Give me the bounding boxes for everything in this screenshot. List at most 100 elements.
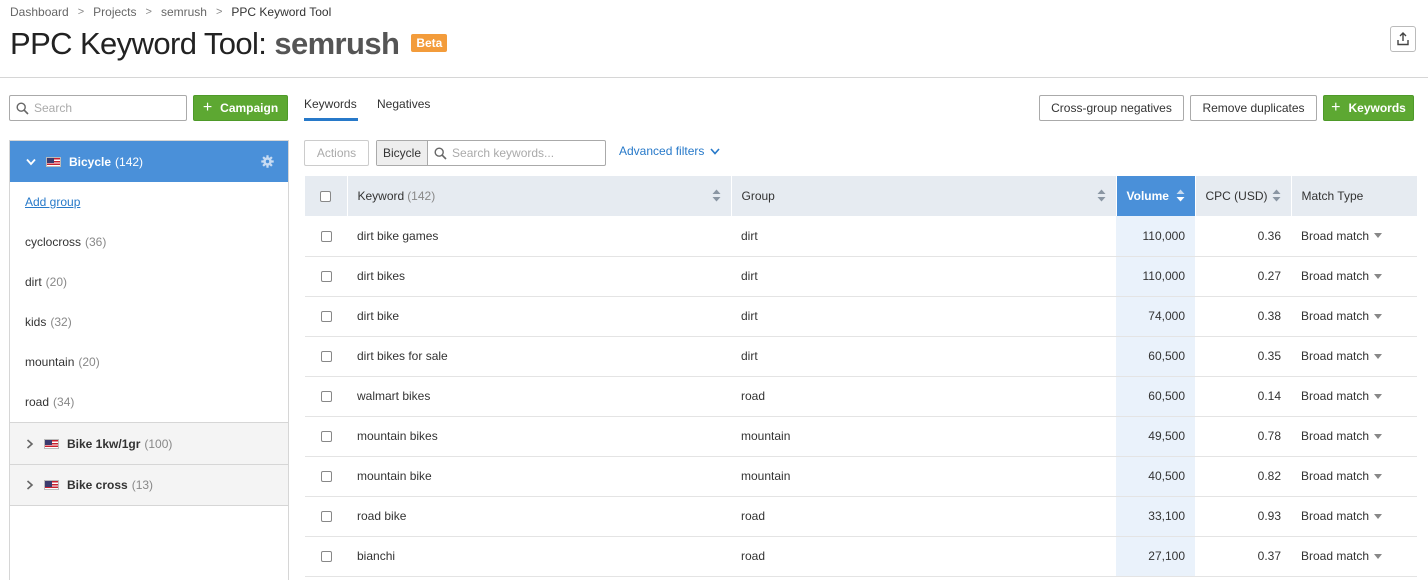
match-type-dropdown[interactable]: Broad match [1301,549,1407,563]
group-cell: road [731,376,1116,417]
column-header-volume[interactable]: Volume [1116,176,1196,216]
campaign-bike-cross[interactable]: Bike cross (13) [10,464,288,506]
keyword-search-field[interactable]: Bicycle [376,140,606,166]
match-type-dropdown[interactable]: Broad match [1301,389,1407,403]
match-type-dropdown[interactable]: Broad match [1301,349,1407,363]
table-row: mountain bike mountain 40,500 0.82 Broad… [305,456,1417,497]
breadcrumb-dashboard[interactable]: Dashboard [10,5,69,19]
volume-cell: 110,000 [1116,256,1195,297]
group-item[interactable]: road (34) [10,382,288,422]
cpc-cell: 0.38 [1195,296,1291,337]
column-header-group[interactable]: Group [731,176,1117,216]
group-cell: road [731,496,1116,537]
cpc-cell: 0.27 [1195,256,1291,297]
match-type-dropdown[interactable]: Broad match [1301,269,1407,283]
group-cell: mountain [731,456,1116,497]
add-campaign-button[interactable]: + Campaign [193,95,288,121]
actions-button[interactable]: Actions [304,140,369,166]
column-header-label: Match Type [1301,189,1364,203]
breadcrumb-project[interactable]: semrush [161,5,207,19]
row-checkbox[interactable] [320,311,332,323]
row-checkbox[interactable] [320,391,332,403]
row-checkbox[interactable] [320,231,332,243]
volume-cell: 60,500 [1116,336,1195,377]
campaign-name: Bike cross [67,478,128,492]
plus-icon: + [202,99,213,116]
export-icon [1397,32,1409,46]
group-item[interactable]: dirt (20) [10,262,288,302]
campaign-count: (100) [144,436,173,451]
match-type-value: Broad match [1301,549,1370,563]
column-header-keyword[interactable]: Keyword (142) [347,176,732,216]
keyword-search-input[interactable] [452,141,593,165]
row-checkbox[interactable] [320,471,332,483]
gear-icon[interactable] [261,155,274,168]
group-item[interactable]: kids (32) [10,302,288,342]
table-row: bianchi road 27,100 0.37 Broad match [305,536,1417,577]
us-flag-icon [44,438,59,449]
match-type-value: Broad match [1301,228,1370,243]
volume-cell: 49,500 [1116,416,1195,457]
tab-negatives[interactable]: Negatives [377,97,430,111]
volume-cell: 74,000 [1116,296,1195,337]
campaign-count: (142) [115,154,144,169]
cross-group-negatives-button[interactable]: Cross-group negatives [1039,95,1184,121]
volume-cell: 27,100 [1116,536,1195,577]
row-checkbox[interactable] [320,351,332,363]
column-header-label: Group [741,189,775,203]
column-header-cpc[interactable]: CPC (USD) [1195,176,1292,216]
match-type-dropdown[interactable]: Broad match [1301,429,1407,443]
plus-icon: + [1331,99,1341,116]
add-keywords-label: Keywords [1348,101,1406,115]
select-all-checkbox[interactable] [320,191,332,203]
page-title-tool: PPC Keyword Tool: [10,26,267,61]
add-group-link[interactable]: Add group [25,195,80,209]
remove-duplicates-button[interactable]: Remove duplicates [1190,95,1317,121]
campaign-search-field[interactable] [9,95,187,121]
campaign-bicycle[interactable]: Bicycle (142) [10,141,288,182]
column-header-match-type: Match Type [1291,176,1418,216]
match-type-dropdown[interactable]: Broad match [1301,309,1407,323]
group-count: (34) [53,395,75,409]
breadcrumb-separator: > [215,6,223,18]
keyword-cell: dirt bikes [347,256,731,297]
export-button[interactable] [1390,26,1416,52]
group-count: (20) [45,275,68,289]
keyword-cell: dirt bikes for sale [347,336,731,377]
add-keywords-button[interactable]: + Keywords [1323,95,1414,121]
breadcrumb-projects[interactable]: Projects [93,5,136,19]
chevron-down-icon [26,158,36,165]
campaign-bike-1kw[interactable]: Bike 1kw/1gr (100) [10,422,288,464]
group-item[interactable]: mountain (20) [10,342,288,382]
us-flag-icon [46,156,61,167]
sort-icon [1097,189,1105,202]
table-row: dirt bike dirt 74,000 0.38 Broad match [305,296,1417,337]
group-cell: dirt [731,296,1116,337]
row-checkbox[interactable] [320,511,332,523]
group-count: (20) [78,355,100,369]
active-tab-indicator [304,118,358,121]
row-select-cell [305,456,347,497]
match-type-dropdown[interactable]: Broad match [1301,509,1407,523]
advanced-filters-toggle[interactable]: Advanced filters [619,144,720,158]
group-name: road [25,395,50,409]
match-type-dropdown[interactable]: Broad match [1301,469,1407,483]
sort-icon [712,189,720,202]
tab-keywords[interactable]: Keywords [304,97,357,111]
row-checkbox[interactable] [320,551,332,563]
row-checkbox[interactable] [320,431,332,443]
campaign-search-input[interactable] [34,101,174,115]
table-row: road bike road 33,100 0.93 Broad match [305,496,1417,537]
match-type-dropdown[interactable]: Broad match [1301,229,1407,243]
group-cell: mountain [731,416,1116,457]
keyword-cell: mountain bike [347,456,731,497]
row-checkbox[interactable] [320,271,332,283]
keyword-cell: mountain bikes [347,416,731,457]
volume-cell: 33,100 [1116,496,1195,537]
match-type-value: Broad match [1301,509,1370,523]
group-item[interactable]: cyclocross (36) [10,222,288,262]
chevron-down-icon [710,147,720,155]
breadcrumb-separator: > [145,6,152,18]
caret-down-icon [1374,433,1383,439]
chevron-right-icon [26,480,34,490]
